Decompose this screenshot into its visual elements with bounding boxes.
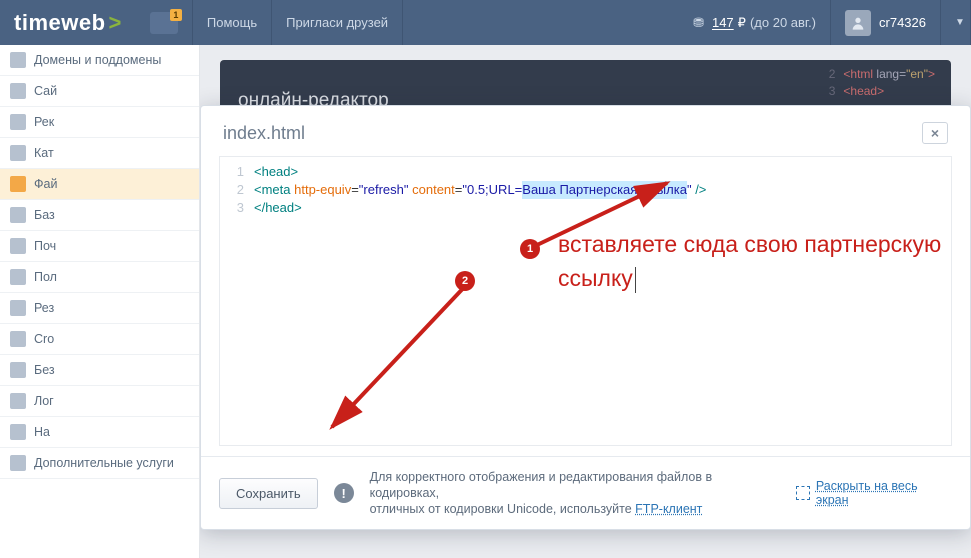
sidebar-item-mail[interactable]: Поч <box>0 231 199 262</box>
sidebar-item-backup[interactable]: Рез <box>0 293 199 324</box>
avatar-icon <box>845 10 871 36</box>
mail-icon <box>10 238 26 254</box>
sidebar-item-extra[interactable]: Дополнительные услуги <box>0 448 199 479</box>
annotation-marker-1: 1 <box>520 239 540 259</box>
footer-info-text: Для корректного отображения и редактиров… <box>370 469 780 517</box>
expand-fullscreen-link[interactable]: Раскрыть на весь экран <box>796 479 952 507</box>
sidebar-item-sites[interactable]: Сай <box>0 76 199 107</box>
ftp-client-link[interactable]: FTP-клиент <box>635 502 702 516</box>
sidebar-item-files[interactable]: Фай <box>0 169 199 200</box>
modal-title: index.html <box>223 123 305 144</box>
modal-backdrop: index.html × 1<head> 2<meta http-equiv="… <box>200 45 971 558</box>
stats-icon <box>10 424 26 440</box>
currency: ₽ <box>738 15 746 31</box>
notifications-button[interactable]: 1 <box>136 0 193 45</box>
sidebar-item-logs[interactable]: Лог <box>0 386 199 417</box>
editor-modal: index.html × 1<head> 2<meta http-equiv="… <box>200 105 971 530</box>
catalog-icon <box>10 145 26 161</box>
sidebar-item-users[interactable]: Пол <box>0 262 199 293</box>
modal-footer: Сохранить ! Для корректного отображения … <box>201 456 970 529</box>
save-button[interactable]: Сохранить <box>219 478 318 509</box>
username: cr74326 <box>879 15 926 30</box>
sidebar-item-db[interactable]: Баз <box>0 200 199 231</box>
user-block[interactable]: cr74326 <box>831 0 941 45</box>
domain-icon <box>10 52 26 68</box>
partner-link-placeholder[interactable]: Ваша Партнерская Ссылка <box>522 181 687 199</box>
wallet-icon: ⛃ <box>693 15 704 31</box>
balance-amount: 147 <box>712 15 734 30</box>
user-menu-caret[interactable]: ▼ <box>941 0 971 45</box>
ads-icon <box>10 114 26 130</box>
info-icon: ! <box>334 483 354 503</box>
expand-icon <box>796 486 810 500</box>
logs-icon <box>10 393 26 409</box>
annotation-marker-2: 2 <box>455 271 475 291</box>
modal-header: index.html × <box>201 106 970 156</box>
folder-icon <box>10 176 26 192</box>
logo-arrow-icon: > <box>109 10 122 36</box>
logo-text: timeweb <box>14 10 106 36</box>
text-cursor <box>635 267 636 293</box>
site-icon <box>10 83 26 99</box>
users-icon <box>10 269 26 285</box>
sidebar-item-security[interactable]: Без <box>0 355 199 386</box>
balance-block[interactable]: ⛃ 147 ₽ (до 20 авг.) <box>679 0 831 45</box>
db-icon <box>10 207 26 223</box>
extra-icon <box>10 455 26 471</box>
sidebar-item-catalog[interactable]: Кат <box>0 138 199 169</box>
sidebar-item-domains[interactable]: Домены и поддомены <box>0 45 199 76</box>
sidebar-item-stats[interactable]: На <box>0 417 199 448</box>
backup-icon <box>10 300 26 316</box>
content-area: онлайн-редактор 2<html lang="en"> 3<head… <box>200 45 971 558</box>
notification-badge: 1 <box>170 9 182 21</box>
top-bar: timeweb> 1 Помощь Пригласи друзей ⛃ 147 … <box>0 0 971 45</box>
help-link[interactable]: Помощь <box>193 0 272 45</box>
logo[interactable]: timeweb> <box>0 0 136 45</box>
modal-close-button[interactable]: × <box>922 122 948 144</box>
invite-link[interactable]: Пригласи друзей <box>272 0 403 45</box>
sidebar-item-ads[interactable]: Рек <box>0 107 199 138</box>
code-editor[interactable]: 1<head> 2<meta http-equiv="refresh" cont… <box>219 156 952 446</box>
main-shell: Домены и поддомены Сай Рек Кат Фай Баз П… <box>0 45 971 558</box>
notification-icon: 1 <box>150 12 178 34</box>
shield-icon <box>10 362 26 378</box>
cron-icon <box>10 331 26 347</box>
annotation-text: вставляете сюда свою партнерскую ссылку <box>558 227 941 295</box>
balance-note: (до 20 авг.) <box>750 15 816 30</box>
sidebar-item-cron[interactable]: Cro <box>0 324 199 355</box>
sidebar: Домены и поддомены Сай Рек Кат Фай Баз П… <box>0 45 200 558</box>
